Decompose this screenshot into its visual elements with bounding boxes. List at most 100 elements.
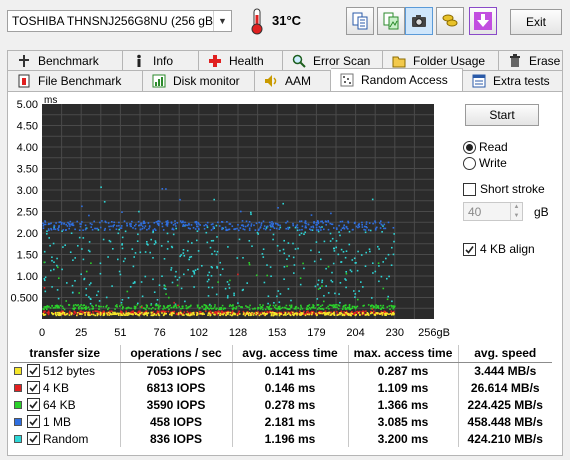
y-tick-label: 4.50 <box>17 121 38 133</box>
data-point <box>72 307 75 310</box>
data-point <box>57 266 59 269</box>
data-point <box>351 307 354 309</box>
data-point <box>189 256 191 259</box>
data-point <box>102 305 105 308</box>
data-point <box>359 314 361 316</box>
data-point <box>348 230 351 233</box>
data-point <box>342 226 345 229</box>
y-tick-label: 0.500 <box>10 293 38 305</box>
data-point <box>185 305 187 307</box>
data-point <box>44 276 47 279</box>
data-point <box>237 224 239 226</box>
data-point <box>303 310 305 313</box>
data-point <box>42 227 45 229</box>
data-point <box>175 270 177 273</box>
data-point <box>203 308 205 310</box>
data-point <box>165 310 167 313</box>
series-checkbox[interactable] <box>27 398 40 411</box>
align-checkbox[interactable]: 4 KB align <box>463 242 535 256</box>
spinner-arrows[interactable]: ▲ ▼ <box>510 203 522 220</box>
data-point <box>304 314 307 317</box>
read-radio[interactable]: Read <box>463 140 508 154</box>
data-point <box>370 304 372 307</box>
data-point <box>377 245 379 248</box>
series-checkbox[interactable] <box>27 415 40 428</box>
radio-circle[interactable] <box>463 140 476 154</box>
data-point <box>241 289 244 292</box>
data-point <box>47 310 50 313</box>
series-checkbox[interactable] <box>27 364 40 378</box>
data-point <box>84 314 86 316</box>
data-point <box>292 222 294 225</box>
data-point <box>333 250 336 252</box>
data-point <box>331 281 334 283</box>
data-point <box>121 236 124 239</box>
data-point <box>83 307 86 309</box>
data-point <box>134 252 137 254</box>
data-point <box>167 310 170 313</box>
data-point <box>290 312 292 314</box>
data-point <box>141 227 144 230</box>
spinner-up-icon[interactable]: ▲ <box>511 203 522 212</box>
data-point <box>343 227 346 230</box>
data-point <box>171 228 174 231</box>
data-point <box>190 224 193 226</box>
data-point <box>177 313 180 316</box>
data-point <box>133 256 135 258</box>
checkbox-box[interactable] <box>463 182 476 196</box>
data-point <box>246 225 249 227</box>
data-point <box>198 228 200 231</box>
data-point <box>254 307 256 310</box>
table-header-row: transfer size operations / sec avg. acce… <box>10 345 552 363</box>
data-point <box>221 313 223 315</box>
data-point <box>362 286 364 288</box>
data-point <box>118 314 120 316</box>
data-point <box>277 207 279 209</box>
data-point <box>113 224 115 226</box>
data-point <box>172 233 175 236</box>
data-point <box>122 306 124 308</box>
checkbox-box[interactable] <box>463 242 476 256</box>
data-point <box>379 313 381 315</box>
data-point <box>357 224 360 226</box>
data-point <box>374 220 376 222</box>
data-point <box>77 245 79 247</box>
data-point <box>358 290 360 292</box>
short-stroke-checkbox[interactable]: Short stroke <box>463 182 545 196</box>
data-point <box>320 308 322 310</box>
data-point <box>211 286 214 289</box>
data-point <box>66 312 69 315</box>
data-point <box>63 313 66 315</box>
data-point <box>389 312 392 315</box>
data-point <box>116 304 118 306</box>
data-point <box>374 306 376 308</box>
data-point <box>138 210 140 213</box>
data-point <box>394 305 396 308</box>
short-stroke-spinner[interactable]: 40 ▲ ▼ <box>463 202 523 221</box>
spinner-down-icon[interactable]: ▼ <box>511 212 522 221</box>
data-point <box>227 313 229 316</box>
data-point <box>334 306 337 309</box>
data-point <box>348 308 350 310</box>
data-point <box>46 308 48 310</box>
data-point <box>371 198 374 201</box>
data-point <box>84 224 87 227</box>
data-point <box>223 312 225 315</box>
series-checkbox[interactable] <box>27 432 40 445</box>
series-checkbox[interactable] <box>27 381 40 394</box>
start-button[interactable]: Start <box>465 104 539 126</box>
short-stroke-value[interactable]: 40 <box>464 205 510 219</box>
data-point <box>378 248 380 250</box>
radio-circle[interactable] <box>463 156 476 170</box>
data-point <box>170 269 172 271</box>
data-point <box>152 278 154 281</box>
write-radio[interactable]: Write <box>463 156 507 170</box>
data-point <box>175 306 178 309</box>
data-point <box>218 311 221 313</box>
data-point <box>144 275 147 278</box>
data-point <box>112 248 114 250</box>
column-header: operations / sec <box>119 345 232 363</box>
data-point <box>207 314 209 316</box>
data-point <box>97 312 99 315</box>
data-point <box>374 229 377 231</box>
